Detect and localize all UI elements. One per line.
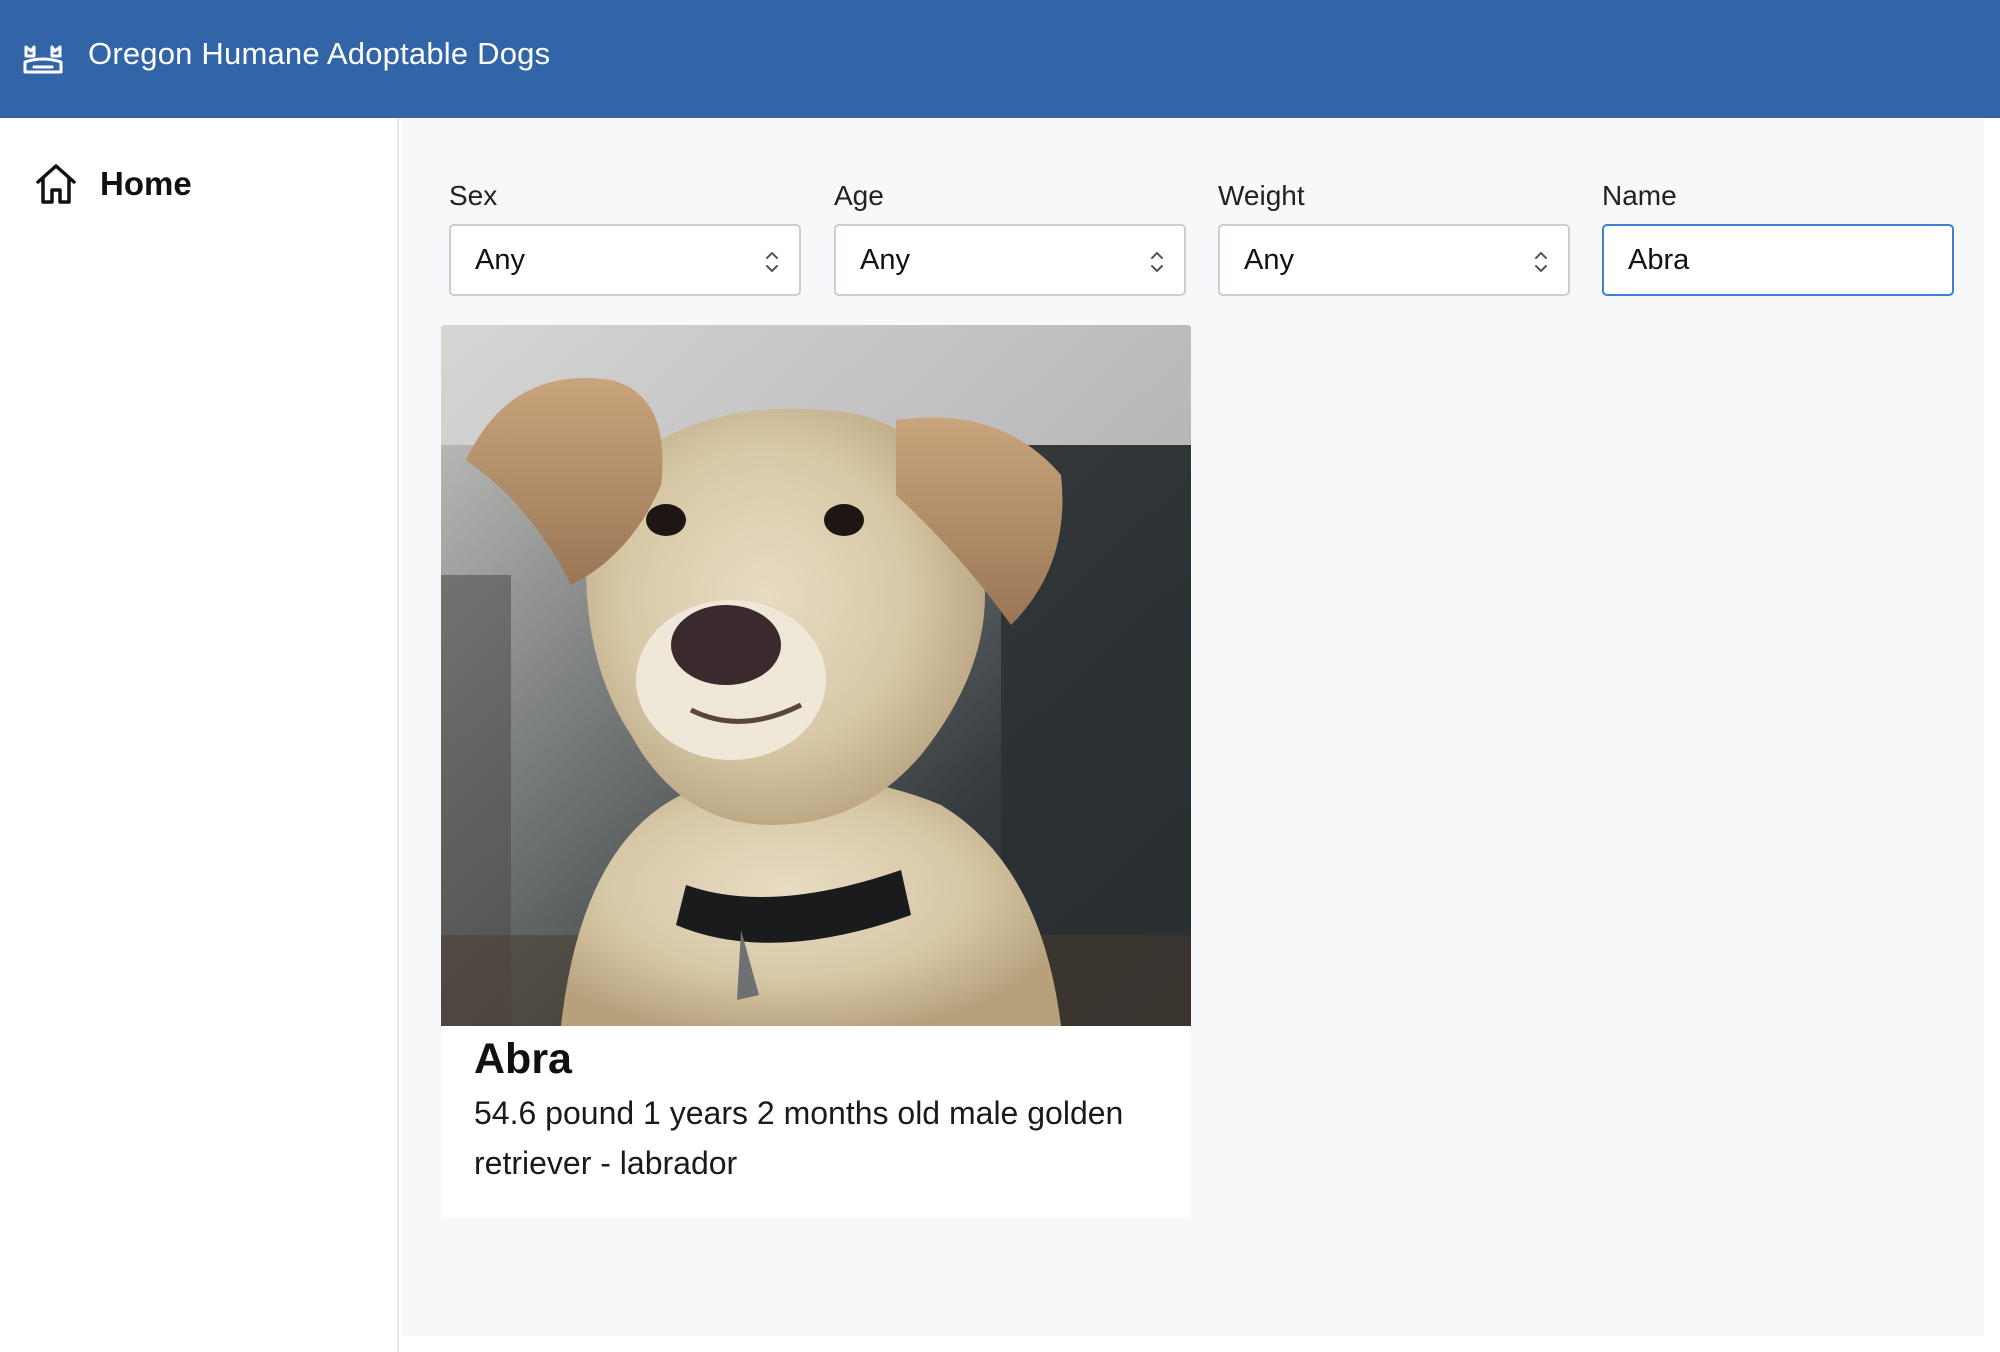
age-select[interactable]: Any [834, 224, 1186, 296]
dog-name: Abra [474, 1035, 572, 1083]
dog-photo [441, 325, 1191, 1026]
sidebar-item-home[interactable]: Home [30, 154, 360, 214]
sex-select[interactable]: Any [449, 224, 801, 296]
sidebar-item-label: Home [100, 165, 192, 202]
chevron-up-down-icon [1535, 252, 1547, 272]
dog-card[interactable]: Abra 54.6 pound 1 years 2 months old mal… [441, 325, 1191, 1218]
name-filter-label: Name [1602, 180, 1677, 211]
page-footer-gap [401, 1336, 2000, 1352]
weight-select-value: Any [1244, 243, 1294, 276]
weight-filter: Weight Any [1218, 178, 1570, 296]
sidebar: Home [0, 118, 399, 1352]
dogs-icon [23, 45, 63, 74]
chevron-up-down-icon [1151, 252, 1163, 272]
name-input[interactable] [1602, 224, 1954, 296]
sex-filter-label: Sex [449, 180, 498, 211]
age-filter: Age Any [834, 178, 1186, 296]
dog-description: 54.6 pound 1 years 2 months old male gol… [474, 1095, 1124, 1181]
sex-select-value: Any [475, 243, 525, 276]
weight-select[interactable]: Any [1218, 224, 1570, 296]
age-filter-label: Age [834, 180, 884, 211]
chevron-up-down-icon [766, 252, 778, 272]
name-filter: Name [1602, 178, 1954, 296]
home-icon [36, 164, 76, 204]
app-title: Oregon Humane Adoptable Dogs [88, 36, 551, 71]
page-right-gap [1984, 118, 2000, 1352]
top-app-bar: Oregon Humane Adoptable Dogs [0, 0, 2000, 118]
age-select-value: Any [860, 243, 910, 276]
weight-filter-label: Weight [1218, 180, 1305, 211]
sex-filter: Sex Any [449, 178, 801, 296]
